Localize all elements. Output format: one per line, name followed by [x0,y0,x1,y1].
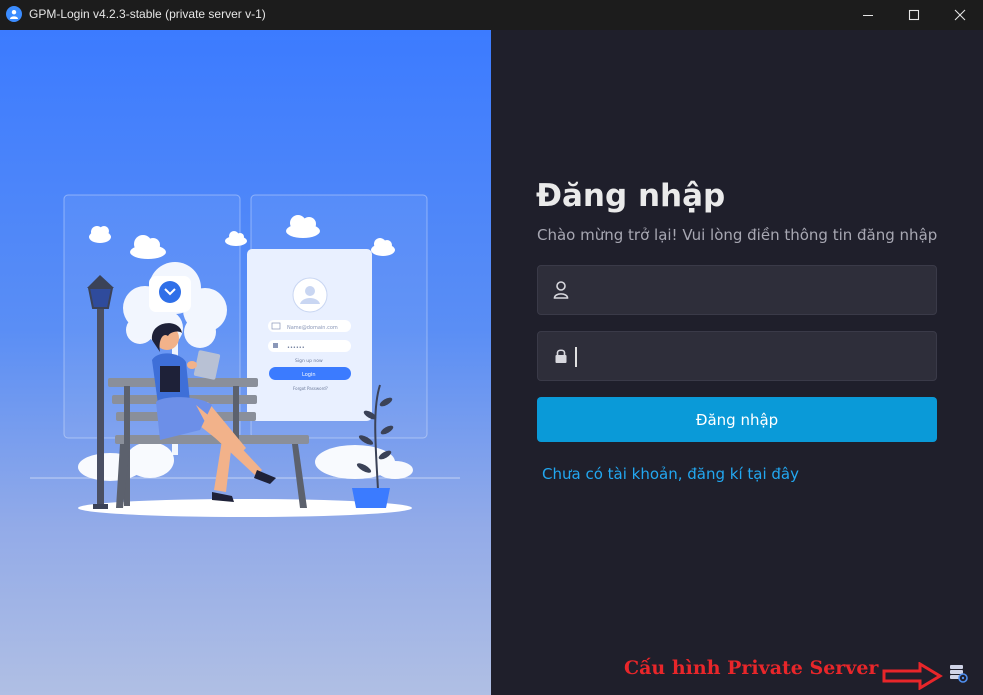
app-logo-icon [6,6,22,22]
password-field[interactable] [537,331,937,381]
minimize-button[interactable] [845,0,891,30]
illustration-panel: Name@domain.com •••••• Sign up now Login… [0,30,491,695]
private-server-annotation: Cấu hình Private Server [624,657,879,679]
card-password-mask: •••••• [287,345,305,351]
lock-icon [555,349,567,363]
server-settings-icon[interactable] [948,663,968,683]
card-username-placeholder: Name@domain.com [287,325,338,331]
user-icon [553,281,569,299]
card-login-label: Login [302,372,316,378]
maximize-button[interactable] [891,0,937,30]
title-bar: GPM-Login v4.2.3-stable (private server … [0,0,983,30]
username-input[interactable] [578,274,928,308]
close-button[interactable] [937,0,983,30]
arrow-right-icon [882,662,943,690]
login-button[interactable]: Đăng nhập [537,397,937,442]
login-illustration: Name@domain.com •••••• Sign up now Login… [30,194,460,517]
username-field[interactable] [537,265,937,315]
page-subtitle: Chào mừng trở lại! Vui lòng điền thông t… [537,226,938,244]
text-caret [575,347,577,367]
register-link[interactable]: Chưa có tài khoản, đăng kí tại đây [542,465,799,483]
password-input[interactable] [578,340,928,374]
page-title: Đăng nhập [536,178,726,214]
window-title: GPM-Login v4.2.3-stable (private server … [29,7,266,21]
card-signup-text: Sign up now [295,358,323,364]
card-forgot-text: Forgot Password? [293,386,328,391]
login-panel: Đăng nhập Chào mừng trở lại! Vui lòng đi… [491,30,983,695]
